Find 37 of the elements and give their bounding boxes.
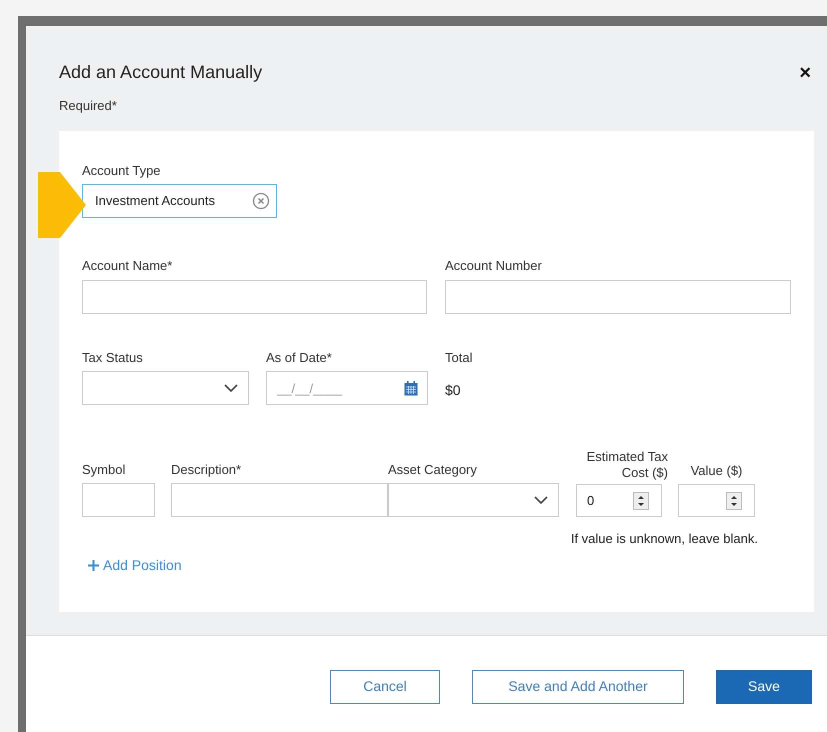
- field-label: Account Name*: [82, 257, 174, 275]
- asset-category-dropdown[interactable]: [388, 483, 559, 517]
- field-label: Account Number: [445, 257, 543, 275]
- spinner-icon[interactable]: [633, 492, 649, 510]
- field-label: Symbol: [82, 460, 126, 479]
- field-label: Asset Category: [388, 460, 478, 479]
- account-name-field[interactable]: [82, 280, 427, 314]
- description-field[interactable]: [171, 483, 388, 517]
- tax-cost-field[interactable]: 0: [576, 484, 662, 517]
- field-label: As of Date*: [266, 348, 333, 366]
- account-type-field[interactable]: Investment Accounts: [82, 184, 277, 218]
- cancel-button[interactable]: Cancel: [330, 670, 440, 704]
- chevron-down-icon: [224, 384, 238, 392]
- field-label: Description*: [171, 460, 242, 479]
- symbol-field[interactable]: [82, 483, 155, 517]
- spinner-icon[interactable]: [726, 492, 742, 510]
- clear-icon[interactable]: [252, 192, 270, 210]
- value-field[interactable]: [678, 484, 755, 517]
- tax-status-dropdown[interactable]: [82, 371, 249, 405]
- field-label: Total: [445, 348, 472, 366]
- close-button[interactable]: ×: [799, 63, 811, 83]
- hint-text: If value is unknown, leave blank.: [570, 531, 758, 546]
- required-note: Required*: [58, 97, 118, 115]
- total-amount: $0: [445, 381, 462, 400]
- chevron-down-icon: [534, 496, 548, 504]
- calendar-icon[interactable]: [404, 381, 418, 396]
- account-number-field[interactable]: [445, 280, 791, 314]
- dialog-title: Add an Account Manually: [59, 61, 262, 84]
- save-button[interactable]: Save: [716, 670, 812, 704]
- plus-icon: [88, 560, 99, 570]
- field-label: Estimated Tax Cost ($): [586, 449, 668, 481]
- save-and-add-button[interactable]: Save and Add Another: [472, 670, 684, 704]
- field-label: Tax Status: [82, 348, 144, 366]
- add-position-link[interactable]: Add Position: [88, 554, 182, 576]
- field-label: Value ($): [690, 462, 744, 480]
- date-field[interactable]: __/__/____: [266, 371, 428, 405]
- field-label: Account Type: [82, 162, 162, 180]
